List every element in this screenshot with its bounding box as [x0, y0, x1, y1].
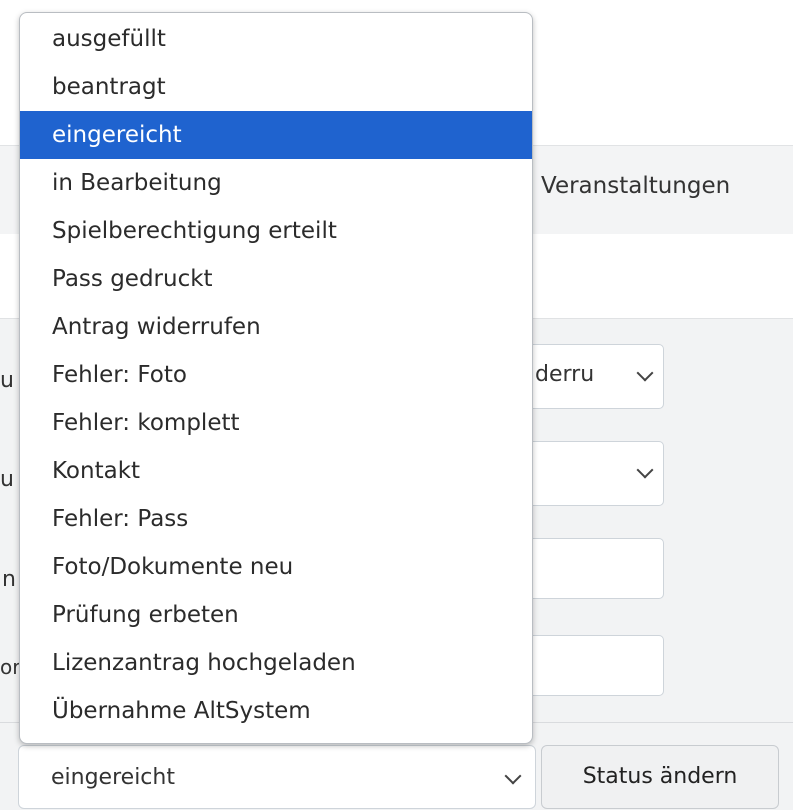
- dropdown-option[interactable]: Pass gedruckt: [20, 255, 532, 303]
- row2-label-fragment: u: [0, 467, 14, 492]
- status-select-value: eingereicht: [51, 765, 175, 790]
- chevron-down-icon: [504, 767, 522, 785]
- status-dropdown-list[interactable]: ausgefüllt beantragt eingereicht in Bearbei…: [19, 12, 533, 744]
- row3-label-fragment: n: [2, 567, 16, 592]
- dropdown-option[interactable]: Antrag widerrufen: [20, 303, 532, 351]
- dropdown-option[interactable]: Kontakt: [20, 447, 532, 495]
- dropdown-option[interactable]: Prüfung erbeten: [20, 591, 532, 639]
- dropdown-option[interactable]: Fehler: komplett: [20, 399, 532, 447]
- dropdown-option-selected[interactable]: eingereicht: [20, 111, 532, 159]
- dropdown-option[interactable]: Lizenzantrag hochgeladen: [20, 639, 532, 687]
- dropdown-option[interactable]: Spielberechtigung erteilt: [20, 207, 532, 255]
- chevron-down-icon: [636, 364, 654, 382]
- dropdown-option[interactable]: beantragt: [20, 63, 532, 111]
- dropdown-option[interactable]: Fehler: Pass: [20, 495, 532, 543]
- row4-label-fragment: or: [0, 655, 21, 679]
- row1-select-value: derru: [535, 362, 595, 387]
- status-select[interactable]: eingereicht: [18, 745, 536, 809]
- nav-item-veranstaltungen[interactable]: Veranstaltungen: [541, 173, 730, 199]
- dropdown-option[interactable]: ausgefüllt: [20, 15, 532, 63]
- dropdown-option[interactable]: Foto/Dokumente neu: [20, 543, 532, 591]
- dropdown-option[interactable]: in Bearbeitung: [20, 159, 532, 207]
- change-status-button[interactable]: Status ändern: [541, 745, 779, 809]
- dropdown-option[interactable]: Fehler: Foto: [20, 351, 532, 399]
- dropdown-option[interactable]: Übernahme AltSystem: [20, 687, 532, 735]
- chevron-down-icon: [636, 461, 654, 479]
- row1-label-fragment: u: [0, 368, 14, 393]
